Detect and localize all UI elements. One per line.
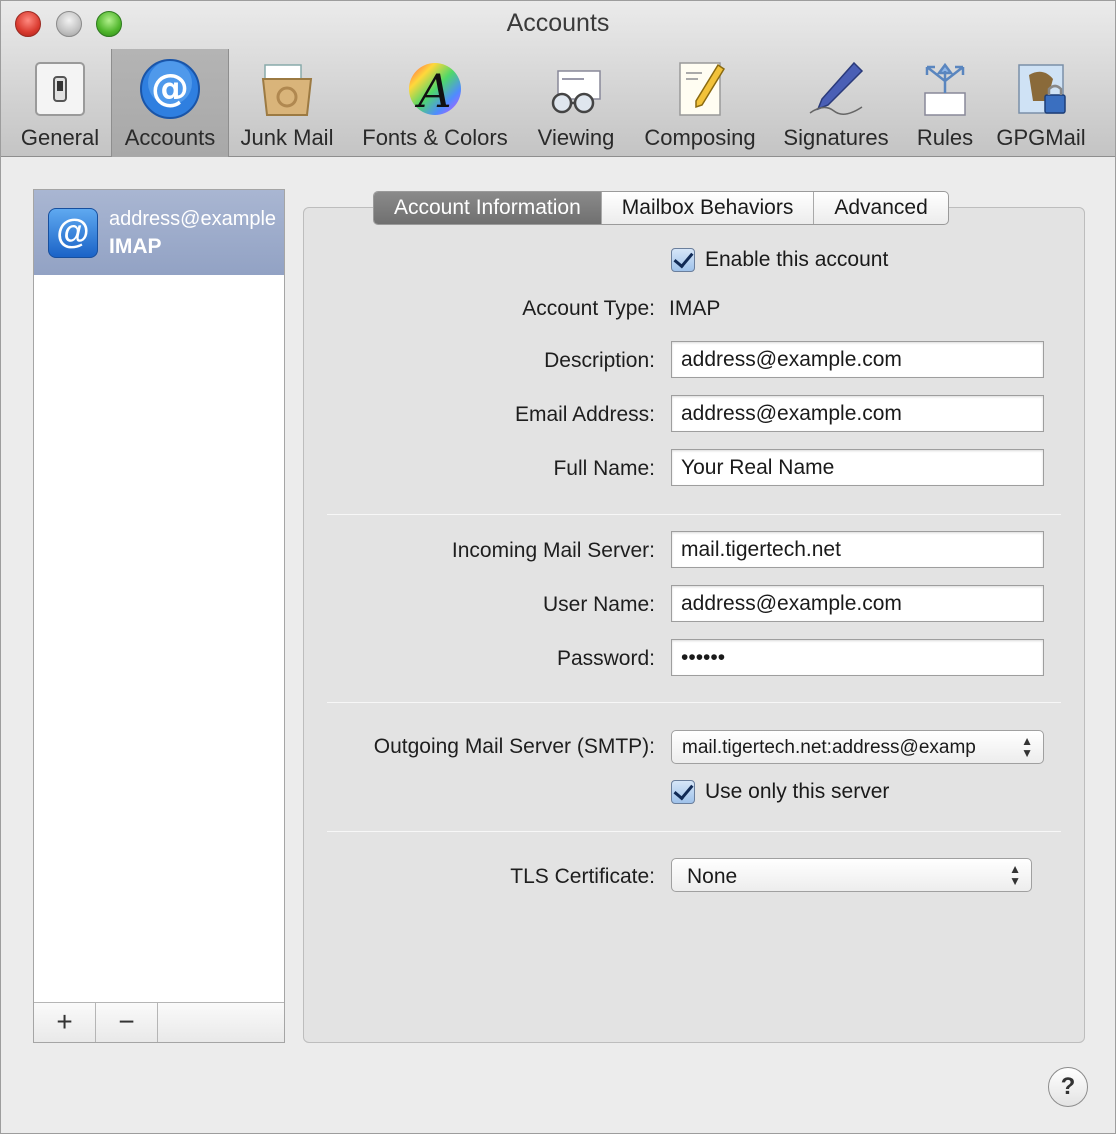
enable-account-checkbox[interactable] — [671, 248, 695, 272]
toolbar-viewing[interactable]: Viewing — [525, 49, 627, 157]
account-type-value: IMAP — [669, 297, 721, 320]
section-divider — [327, 514, 1061, 515]
toolbar-label: GPGMail — [996, 125, 1086, 150]
viewing-icon — [551, 70, 601, 114]
tab-mailbox-behaviors[interactable]: Mailbox Behaviors — [602, 192, 815, 224]
list-actions-bar: + − — [34, 1002, 284, 1042]
at-sign-icon: @ — [48, 208, 98, 258]
full-name-field[interactable]: Your Real Name — [671, 449, 1044, 486]
toolbar-label: Composing — [644, 125, 756, 150]
section-divider — [327, 702, 1061, 703]
at-sign-icon: @ — [140, 59, 200, 119]
use-only-server-label: Use only this server — [705, 780, 890, 803]
full-name-label: Full Name: — [553, 457, 655, 480]
toolbar-gpgmail[interactable]: GPGMail — [991, 49, 1091, 157]
toolbar-rules[interactable]: Rules — [905, 49, 985, 157]
tab-bar: Account Information Mailbox Behaviors Ad… — [373, 191, 949, 225]
user-name-field[interactable]: address@example.com — [671, 585, 1044, 622]
use-only-server-row: Use only this server — [671, 780, 889, 804]
help-button[interactable]: ? — [1048, 1067, 1088, 1107]
account-list-item[interactable]: @ address@example IMAP — [34, 190, 284, 275]
toolbar-junk-mail[interactable]: Junk Mail — [231, 49, 343, 157]
account-type-label: IMAP — [109, 235, 162, 258]
toolbar-label: Fonts & Colors — [362, 125, 508, 150]
enable-account-label: Enable this account — [705, 248, 889, 271]
account-details-panel — [303, 207, 1085, 1043]
tab-advanced[interactable]: Advanced — [814, 192, 947, 224]
smtp-server-label: Outgoing Mail Server (SMTP): — [373, 735, 655, 758]
toolbar-label: Viewing — [537, 125, 615, 150]
toolbar-label: Rules — [916, 125, 974, 150]
tls-certificate-label: TLS Certificate: — [510, 865, 655, 888]
incoming-server-label: Incoming Mail Server: — [451, 539, 655, 562]
preferences-toolbar: General @ Accounts Junk Mail A Fonts & C… — [1, 49, 1115, 157]
gpgmail-icon — [1018, 64, 1066, 114]
add-account-button[interactable]: + — [34, 1003, 96, 1042]
email-address-label: Email Address: — [514, 403, 655, 426]
toolbar-label: Signatures — [783, 125, 889, 150]
accounts-list: @ address@example IMAP + − — [33, 189, 285, 1043]
account-email: address@example — [109, 208, 277, 230]
password-field[interactable]: •••••• — [671, 639, 1044, 676]
description-label: Description: — [544, 349, 655, 372]
fonts-colors-icon: A — [409, 63, 461, 118]
user-name-label: User Name: — [542, 593, 655, 616]
description-field[interactable]: address@example.com — [671, 341, 1044, 378]
use-only-server-checkbox[interactable] — [671, 780, 695, 804]
junk-mail-icon — [261, 64, 313, 116]
toolbar-composing[interactable]: Composing — [633, 49, 767, 157]
toolbar-label: General — [20, 125, 100, 150]
popup-arrows-icon: ▲ ▼ — [1009, 862, 1021, 888]
tls-certificate-value: None — [687, 865, 738, 888]
svg-text:@: @ — [151, 66, 189, 110]
incoming-server-field[interactable]: mail.tigertech.net — [671, 531, 1044, 568]
preferences-window: Accounts General @ Accounts Junk Mail A … — [0, 0, 1116, 1134]
pen-icon — [809, 61, 864, 115]
toolbar-accounts[interactable]: @ Accounts — [111, 49, 229, 157]
smtp-server-value: mail.tigertech.net:address@examp — [682, 737, 976, 758]
email-address-field[interactable]: address@example.com — [671, 395, 1044, 432]
popup-arrows-icon: ▲ ▼ — [1021, 734, 1033, 760]
switch-icon — [35, 62, 85, 116]
rules-icon — [924, 62, 966, 116]
section-divider — [327, 831, 1061, 832]
enable-account-row: Enable this account — [671, 248, 888, 272]
tls-certificate-select[interactable]: None ▲ ▼ — [671, 858, 1032, 892]
composing-icon — [679, 62, 726, 116]
smtp-server-select[interactable]: mail.tigertech.net:address@examp ▲ ▼ — [671, 730, 1044, 764]
tab-account-information[interactable]: Account Information — [374, 192, 602, 224]
title-bar: Accounts General @ Accounts Junk Mail A … — [1, 1, 1115, 157]
account-type-label: Account Type: — [522, 297, 655, 320]
window-title: Accounts — [506, 9, 610, 37]
toolbar-label: Accounts — [124, 125, 216, 150]
toolbar-signatures[interactable]: Signatures — [773, 49, 899, 157]
toolbar-fonts-colors[interactable]: A Fonts & Colors — [349, 49, 521, 157]
remove-account-button[interactable]: − — [96, 1003, 158, 1042]
password-label: Password: — [556, 647, 655, 670]
svg-text:A: A — [414, 64, 451, 118]
toolbar-label: Junk Mail — [240, 125, 334, 150]
toolbar-general[interactable]: General — [9, 49, 111, 157]
